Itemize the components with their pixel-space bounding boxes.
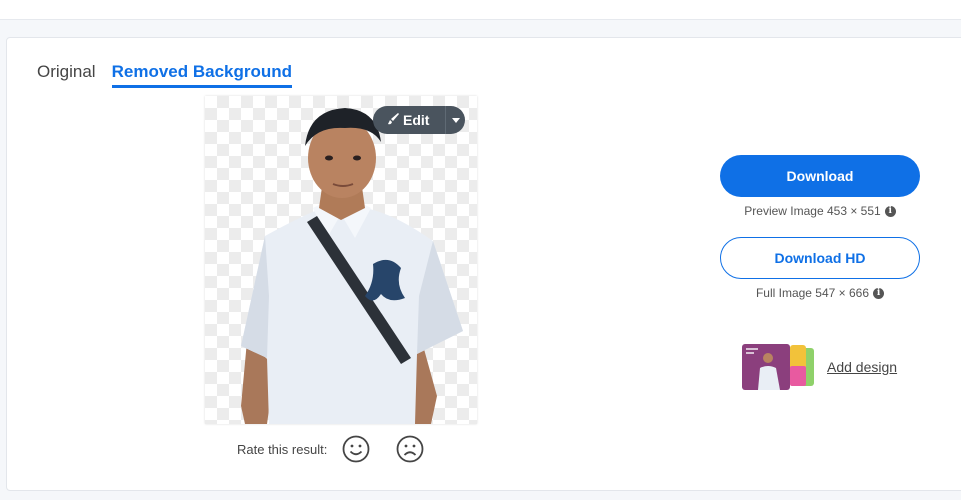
result-card: Original Removed Background Edit Rate th…: [6, 37, 961, 491]
rating-label: Rate this result:: [237, 441, 328, 457]
preview-image-info: Preview Image 453 × 551 i: [720, 204, 920, 218]
image-tabs: Original Removed Background: [37, 62, 293, 88]
preview-image-size: Preview Image 453 × 551: [744, 204, 881, 218]
rating-row: Rate this result:: [237, 434, 425, 464]
person-cutout: [241, 108, 463, 424]
tab-original[interactable]: Original: [37, 62, 96, 88]
download-hd-button[interactable]: Download HD: [720, 237, 920, 279]
caret-down-icon: [451, 115, 460, 125]
frown-icon[interactable]: [395, 434, 425, 464]
image-preview: Edit: [205, 96, 477, 424]
full-image-info: Full Image 547 × 666 i: [720, 286, 920, 300]
edit-label: Edit: [403, 112, 430, 128]
top-bar: [0, 0, 961, 20]
brush-icon: [387, 112, 400, 128]
info-icon[interactable]: i: [873, 287, 885, 299]
edit-button-group: Edit: [373, 106, 465, 134]
edit-button[interactable]: Edit: [373, 106, 445, 134]
info-icon[interactable]: i: [884, 205, 896, 217]
download-button[interactable]: Download: [720, 155, 920, 197]
edit-dropdown-button[interactable]: [446, 106, 465, 134]
add-design-label: Add design: [827, 359, 898, 375]
design-thumbnails: [742, 344, 817, 390]
add-design-link[interactable]: Add design: [742, 344, 897, 390]
full-image-size: Full Image 547 × 666: [755, 286, 870, 300]
smile-icon[interactable]: [341, 434, 371, 464]
tab-removed-background[interactable]: Removed Background: [111, 62, 293, 88]
